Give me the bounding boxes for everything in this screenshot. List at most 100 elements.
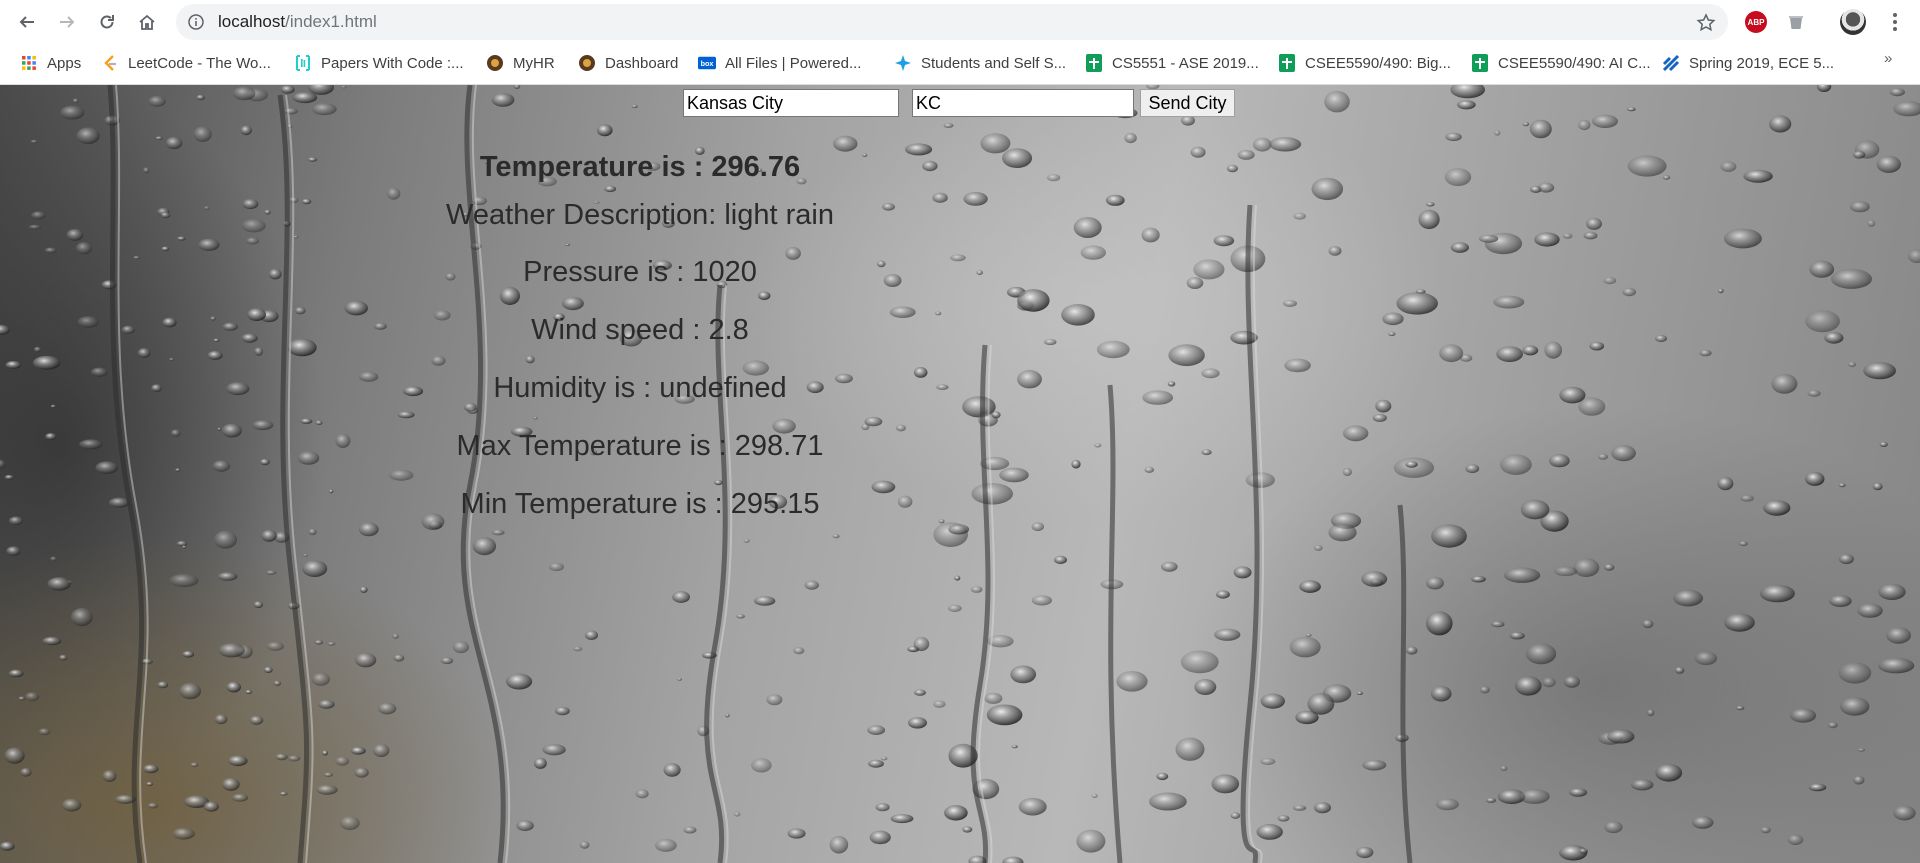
min-temperature-text: Min Temperature is : 295.15 — [460, 488, 820, 520]
reload-button[interactable] — [94, 9, 120, 35]
raindrop — [1893, 805, 1916, 821]
arrow-left-icon — [19, 16, 34, 28]
raindrop — [1838, 662, 1872, 684]
more-vert-icon[interactable] — [1890, 11, 1900, 33]
raindrop — [1520, 499, 1550, 520]
weather-description-text: Weather Description: light rain — [446, 199, 834, 231]
raindrop — [1827, 722, 1838, 729]
raindrop — [868, 759, 884, 768]
raindrop — [20, 767, 32, 777]
raindrop — [218, 643, 245, 658]
extension-button[interactable] — [1785, 11, 1807, 33]
raindrop — [268, 268, 282, 280]
dashboard-icon — [578, 54, 596, 72]
raindrop — [976, 270, 983, 275]
bookmark-papers-with-code[interactable]: Papers With Code :... — [294, 51, 464, 75]
bookmarks-overflow-button[interactable]: » — [1884, 50, 1892, 67]
bookmark-box[interactable]: box All Files | Powered... — [698, 51, 861, 75]
raindrop — [33, 346, 42, 353]
raindrop — [1500, 765, 1508, 772]
raindrop — [1724, 613, 1755, 632]
raindrop — [8, 669, 24, 678]
raindrop — [1519, 788, 1550, 804]
raindrop — [1356, 846, 1374, 859]
raindrop — [1790, 708, 1817, 723]
city-input[interactable] — [683, 89, 899, 117]
raindrop — [829, 835, 849, 854]
raindrop — [1186, 277, 1204, 289]
raindrop — [1627, 155, 1667, 177]
raindrop — [1908, 249, 1920, 263]
bookmark-leetcode[interactable]: LeetCode - The Wo... — [101, 51, 271, 75]
raindrop — [77, 316, 99, 328]
bookmark-label: MyHR — [513, 54, 555, 72]
adblock-extension-button[interactable]: ABP — [1745, 11, 1767, 33]
raindrop — [241, 219, 266, 233]
info-icon[interactable] — [188, 14, 204, 30]
raindrop — [1735, 705, 1745, 711]
raindrop — [176, 540, 188, 547]
raindrop — [170, 429, 181, 437]
bookmark-spring-2019[interactable]: Spring 2019, ECE 5... — [1662, 51, 1834, 75]
raindrop — [133, 255, 141, 260]
myhr-icon — [486, 54, 504, 72]
profile-avatar[interactable] — [1840, 9, 1866, 35]
url-text[interactable]: localhost/index1.html — [218, 13, 377, 31]
forward-button[interactable] — [54, 9, 80, 35]
wind-speed-text: Wind speed : 2.8 — [531, 314, 749, 346]
raindrop — [1662, 175, 1671, 180]
raindrop — [1479, 686, 1490, 694]
raindrop — [943, 123, 954, 128]
raindrop — [733, 811, 741, 817]
raindrop — [1406, 646, 1418, 655]
raindrop — [1256, 824, 1283, 840]
raindrop — [1430, 685, 1452, 702]
raindrop — [736, 614, 745, 619]
raindrop — [339, 815, 360, 831]
papers-with-code-icon — [294, 54, 312, 72]
raindrop — [300, 418, 313, 424]
raindrop — [1245, 472, 1276, 488]
raindrop — [1233, 566, 1252, 579]
raindrop — [5, 361, 22, 369]
google-sheets-icon — [1085, 54, 1103, 72]
raindrop — [302, 560, 328, 577]
raindrop — [1569, 788, 1588, 797]
home-button[interactable] — [134, 9, 160, 35]
raindrop — [6, 546, 21, 556]
raindrop — [1230, 812, 1241, 819]
raindrop — [155, 136, 163, 141]
raindrop — [162, 317, 177, 328]
star-icon[interactable] — [1696, 13, 1716, 33]
raindrop — [263, 666, 273, 674]
raindrop — [533, 416, 538, 420]
bookmark-students[interactable]: Students and Self S... — [894, 51, 1066, 75]
raindrop — [1542, 677, 1556, 688]
raindrop — [1465, 464, 1480, 474]
bookmark-apps[interactable]: Apps — [20, 51, 81, 75]
raindrop — [1807, 390, 1821, 397]
raindrop — [864, 416, 883, 427]
raindrop — [1094, 443, 1102, 448]
page-background: Send City Temperature is : 296.76 Weathe… — [0, 85, 1920, 863]
raindrop — [157, 681, 169, 689]
raindrop — [635, 789, 649, 799]
raindrop — [1061, 304, 1095, 326]
bookmark-csee5590-big[interactable]: CSEE5590/490: Big... — [1278, 51, 1451, 75]
bookmark-dashboard[interactable]: Dashboard — [578, 51, 678, 75]
bookmark-cs5551[interactable]: CS5551 - ASE 2019... — [1085, 51, 1259, 75]
bookmark-myhr[interactable]: MyHR — [486, 51, 555, 75]
max-temperature-text: Max Temperature is : 298.71 — [456, 430, 824, 462]
bookmark-csee5590-ai[interactable]: CSEE5590/490: AI C... — [1471, 51, 1651, 75]
raindrop — [542, 744, 566, 756]
raindrop — [79, 439, 103, 450]
raindrop — [217, 427, 222, 431]
state-input[interactable] — [912, 89, 1134, 117]
address-bar[interactable]: localhost/index1.html — [176, 4, 1728, 40]
raindrop — [287, 755, 301, 762]
raindrop — [1076, 829, 1106, 853]
raindrop — [1479, 234, 1499, 243]
back-button[interactable] — [14, 9, 40, 35]
send-city-button[interactable]: Send City — [1140, 89, 1235, 117]
raindrop — [308, 528, 317, 535]
